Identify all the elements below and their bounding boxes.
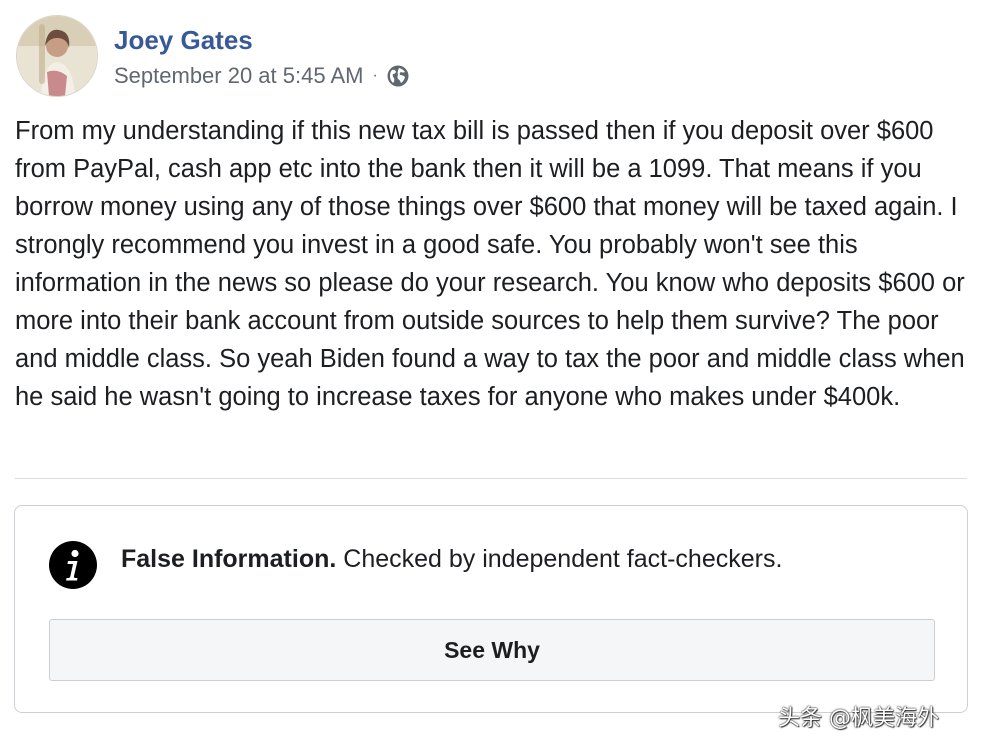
- divider: [15, 478, 967, 479]
- facebook-post: Joey Gates September 20 at 5:45 AM · Fro…: [0, 0, 982, 750]
- globe-icon[interactable]: [386, 64, 410, 88]
- meta-separator: ·: [372, 66, 378, 84]
- timestamp-row: September 20 at 5:45 AM ·: [114, 62, 410, 90]
- avatar[interactable]: [16, 15, 98, 97]
- fact-check-description: Checked by independent fact-checkers.: [336, 545, 783, 573]
- author-name[interactable]: Joey Gates: [114, 23, 410, 57]
- fact-check-box: False Information. Checked by independen…: [14, 505, 968, 713]
- see-why-button[interactable]: See Why: [49, 619, 935, 681]
- watermark: 头条 @枫美海外: [778, 706, 939, 731]
- post-meta: Joey Gates September 20 at 5:45 AM ·: [114, 23, 410, 90]
- post-body: From my understanding if this new tax bi…: [15, 117, 965, 411]
- post-timestamp[interactable]: September 20 at 5:45 AM: [114, 62, 364, 90]
- fact-check-label: False Information.: [121, 545, 337, 573]
- post-header: Joey Gates September 20 at 5:45 AM ·: [16, 15, 410, 97]
- fact-check-text: False Information. Checked by independen…: [121, 542, 782, 576]
- info-icon: [49, 541, 97, 589]
